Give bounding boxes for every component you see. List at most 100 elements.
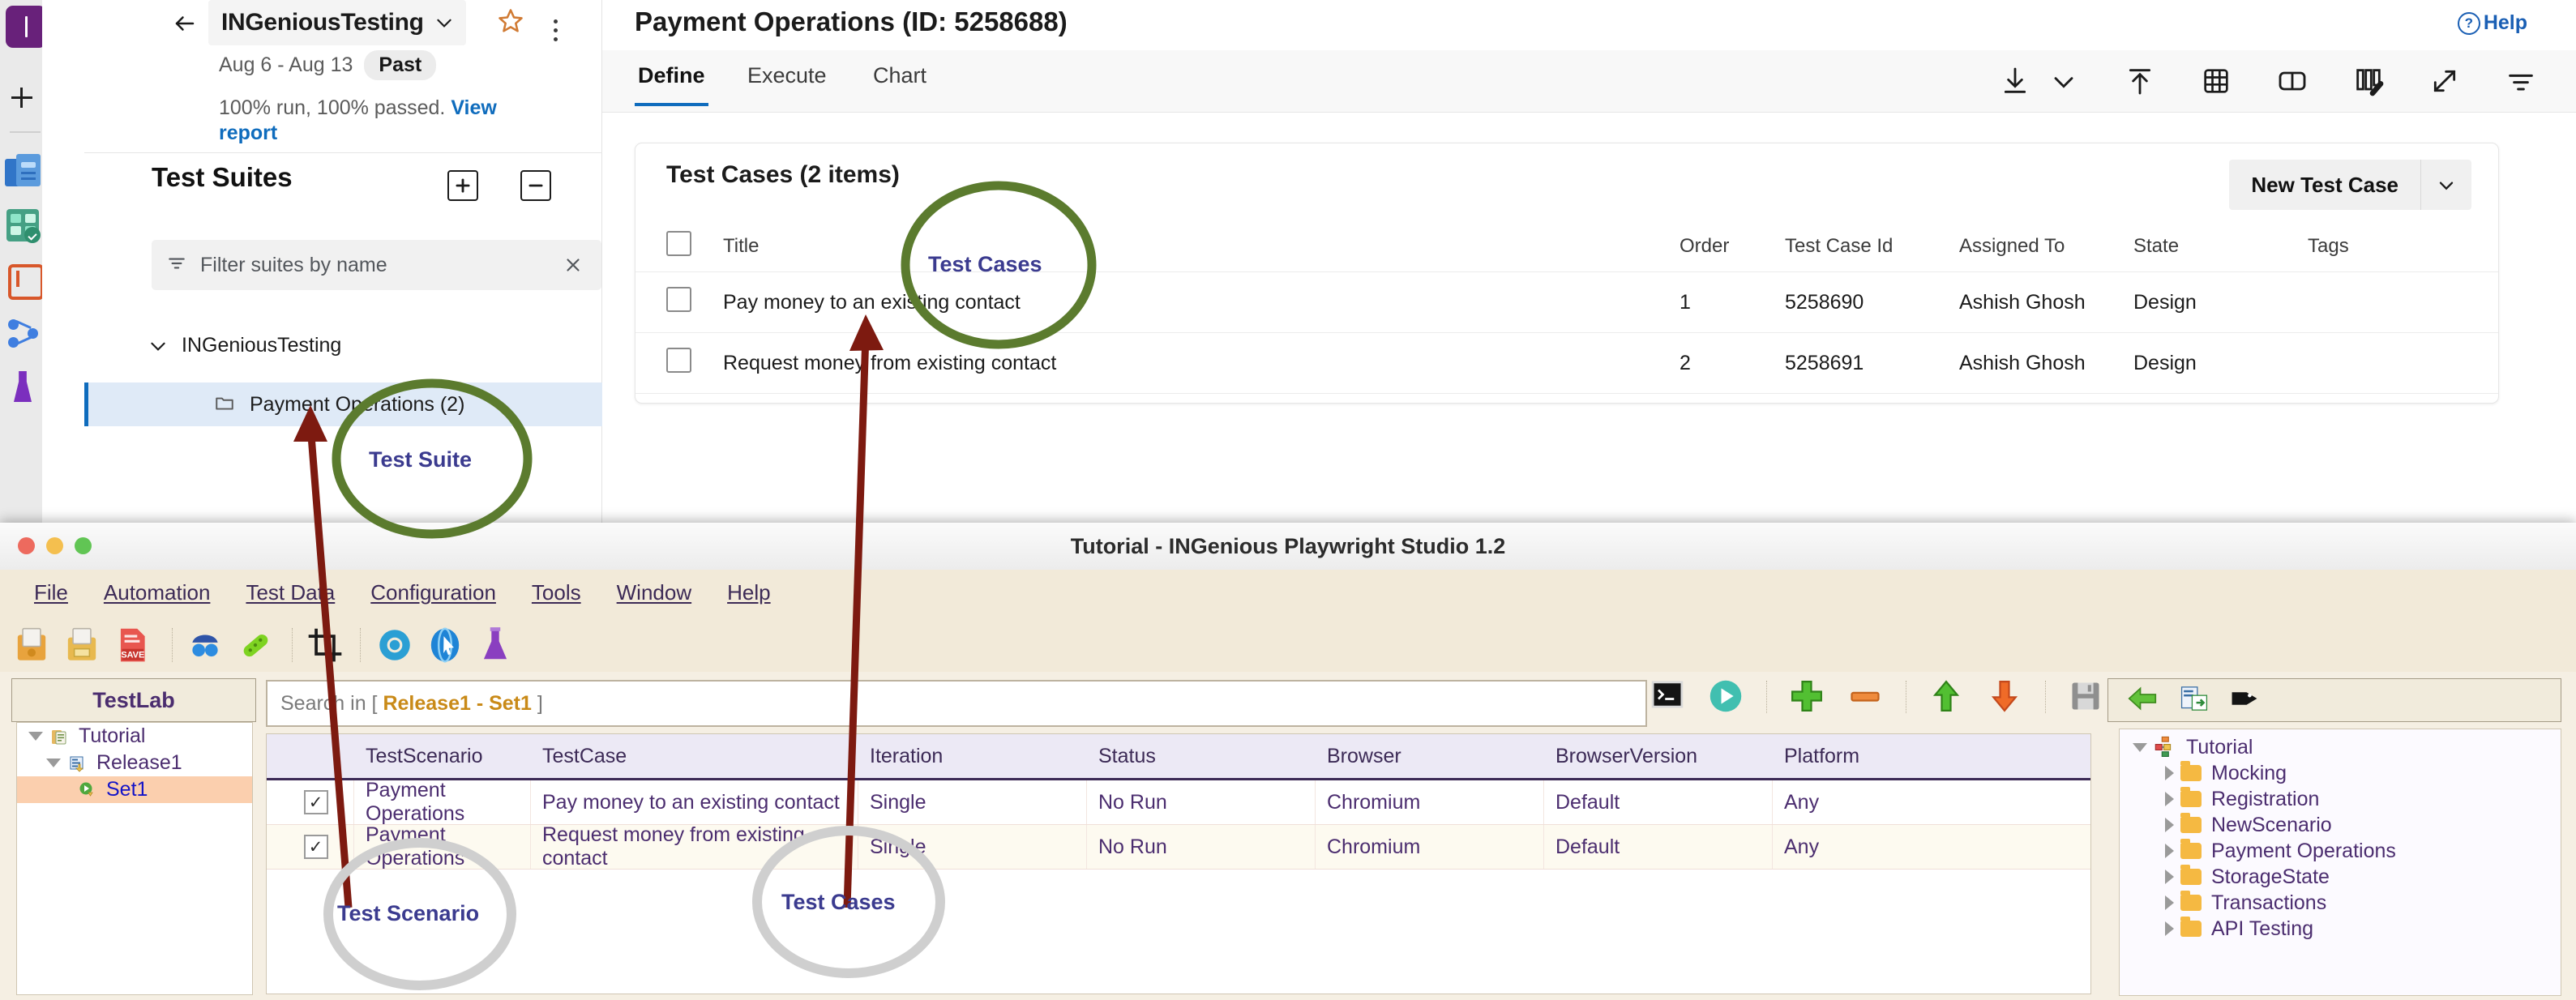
search-input[interactable]: Search in [ Release1 - Set1 ] — [266, 680, 1647, 727]
upload-icon[interactable] — [2124, 65, 2158, 99]
columns-edit-icon[interactable] — [2352, 65, 2386, 99]
console-icon[interactable] — [1650, 678, 1687, 716]
back-arrow-icon[interactable] — [168, 6, 202, 39]
grid-col-testscenario[interactable]: TestScenario — [354, 734, 531, 778]
col-state[interactable]: State — [2133, 221, 2308, 272]
tree-item-storagestate[interactable]: StorageState — [2120, 864, 2561, 890]
open-project-icon[interactable] — [11, 625, 52, 665]
export-icon[interactable] — [2180, 685, 2209, 716]
repos-icon[interactable] — [5, 261, 44, 300]
menu-window[interactable]: Window — [599, 580, 709, 605]
move-down-icon[interactable] — [1987, 678, 2024, 716]
tree-item-api-testing[interactable]: API Testing — [2120, 916, 2561, 942]
tree-item-newscenario[interactable]: NewScenario — [2120, 812, 2561, 838]
col-assigned-to[interactable]: Assigned To — [1959, 221, 2133, 272]
tree-item-payment-operations[interactable]: Payment Operations — [2120, 838, 2561, 864]
caret-right-icon[interactable] — [2165, 895, 2174, 910]
tree-item-release1[interactable]: Release1 — [17, 750, 252, 776]
add-row-icon[interactable] — [1789, 678, 1826, 716]
menu-help[interactable]: Help — [709, 580, 788, 605]
panel-icon[interactable] — [2276, 65, 2310, 99]
col-title[interactable]: Title — [723, 221, 1680, 272]
grid-col-status[interactable]: Status — [1087, 734, 1316, 778]
menu-automation[interactable]: Automation — [86, 580, 229, 605]
grid-col-iteration[interactable]: Iteration — [858, 734, 1087, 778]
row-checkbox[interactable]: ✓ — [303, 790, 328, 814]
move-up-icon[interactable] — [1928, 678, 1966, 716]
artifacts-icon[interactable] — [5, 368, 42, 405]
grid-row[interactable]: ✓ Payment Operations Pay money to an exi… — [267, 779, 2090, 825]
crop-icon[interactable] — [305, 625, 345, 665]
grid-col-platform[interactable]: Platform — [1773, 734, 2001, 778]
tree-item-set1[interactable]: Set1 — [17, 776, 252, 803]
project-selector[interactable]: INGeniousTesting — [208, 0, 466, 45]
grid-col-browserversion[interactable]: BrowserVersion — [1544, 734, 1773, 778]
grid-row[interactable]: ✓ Payment Operations Request money from … — [267, 823, 2090, 870]
tree-item-registration[interactable]: Registration — [2120, 786, 2561, 812]
settings-icon[interactable] — [374, 625, 415, 665]
clear-icon[interactable] — [563, 254, 584, 276]
caret-down-icon[interactable] — [28, 732, 43, 741]
tree-item-tutorial[interactable]: Tutorial — [2120, 734, 2561, 760]
save-project-icon[interactable] — [62, 625, 102, 665]
sidebar-item-payment-operations[interactable]: Payment Operations (2) — [84, 382, 648, 426]
save-as-icon[interactable]: SAVE — [112, 625, 152, 665]
caret-right-icon[interactable] — [2165, 792, 2174, 806]
download-icon[interactable] — [1999, 65, 2033, 99]
menu-test-data[interactable]: Test Data — [228, 580, 353, 605]
row-checkbox[interactable]: ✓ — [303, 835, 328, 859]
menu-configuration[interactable]: Configuration — [353, 580, 514, 605]
org-logo[interactable] — [6, 6, 46, 48]
table-row[interactable]: Request money from existing contact 2 52… — [635, 332, 2498, 394]
save-icon[interactable] — [2068, 678, 2105, 716]
add-suite-icon[interactable] — [447, 170, 478, 201]
new-test-case-button[interactable]: New Test Case — [2229, 160, 2471, 210]
test-plans-icon[interactable] — [5, 207, 42, 245]
select-all-checkbox[interactable] — [666, 231, 691, 256]
caret-right-icon[interactable] — [2165, 870, 2174, 884]
grid-icon[interactable] — [2200, 65, 2234, 99]
tree-item-mocking[interactable]: Mocking — [2120, 760, 2561, 786]
remove-row-icon[interactable] — [1847, 678, 1885, 716]
browser-icon[interactable] — [425, 625, 465, 665]
caret-down-icon[interactable] — [2133, 742, 2147, 752]
caret-right-icon[interactable] — [2165, 818, 2174, 832]
row-checkbox[interactable] — [666, 287, 691, 312]
suite-tree-root[interactable]: INGeniousTesting — [148, 334, 341, 357]
collapse-all-icon[interactable] — [520, 170, 551, 201]
tag-icon[interactable] — [2230, 686, 2259, 716]
col-test-case-id[interactable]: Test Case Id — [1785, 221, 1959, 272]
more-vertical-icon[interactable] — [541, 13, 569, 45]
table-row[interactable]: Pay money to an existing contact 1 52586… — [635, 271, 2498, 333]
spy-icon[interactable] — [185, 625, 225, 665]
grid-select-all[interactable] — [267, 734, 354, 778]
col-tags[interactable]: Tags — [2308, 221, 2498, 272]
filter-icon[interactable] — [2505, 65, 2539, 99]
filter-suites-input[interactable]: Filter suites by name — [152, 240, 601, 290]
pipelines-icon[interactable] — [5, 314, 42, 352]
run-icon[interactable] — [1708, 678, 1745, 716]
back-arrow-icon[interactable] — [2126, 686, 2159, 716]
add-icon[interactable] — [0, 78, 42, 117]
grid-col-testcase[interactable]: TestCase — [531, 734, 858, 778]
expand-icon[interactable] — [2428, 65, 2463, 99]
caret-right-icon[interactable] — [2165, 921, 2174, 936]
tab-execute[interactable]: Execute — [744, 63, 830, 88]
plugin-icon[interactable] — [235, 625, 276, 665]
boards-icon[interactable] — [5, 154, 42, 191]
caret-right-icon[interactable] — [2165, 766, 2174, 780]
chevron-down-icon[interactable] — [2048, 65, 2082, 99]
grid-col-browser[interactable]: Browser — [1316, 734, 1544, 778]
menu-tools[interactable]: Tools — [514, 580, 599, 605]
tab-define[interactable]: Define — [635, 63, 708, 106]
flask-icon[interactable] — [475, 625, 516, 665]
star-icon[interactable] — [496, 6, 528, 39]
tab-chart[interactable]: Chart — [870, 63, 930, 88]
tree-item-tutorial[interactable]: Tutorial — [17, 723, 252, 750]
caret-right-icon[interactable] — [2165, 844, 2174, 858]
row-checkbox[interactable] — [666, 348, 691, 373]
col-order[interactable]: Order — [1680, 221, 1785, 272]
help-link[interactable]: ? Help — [2457, 11, 2527, 35]
chevron-down-icon[interactable] — [2420, 160, 2471, 210]
menu-file[interactable]: File — [16, 580, 86, 605]
